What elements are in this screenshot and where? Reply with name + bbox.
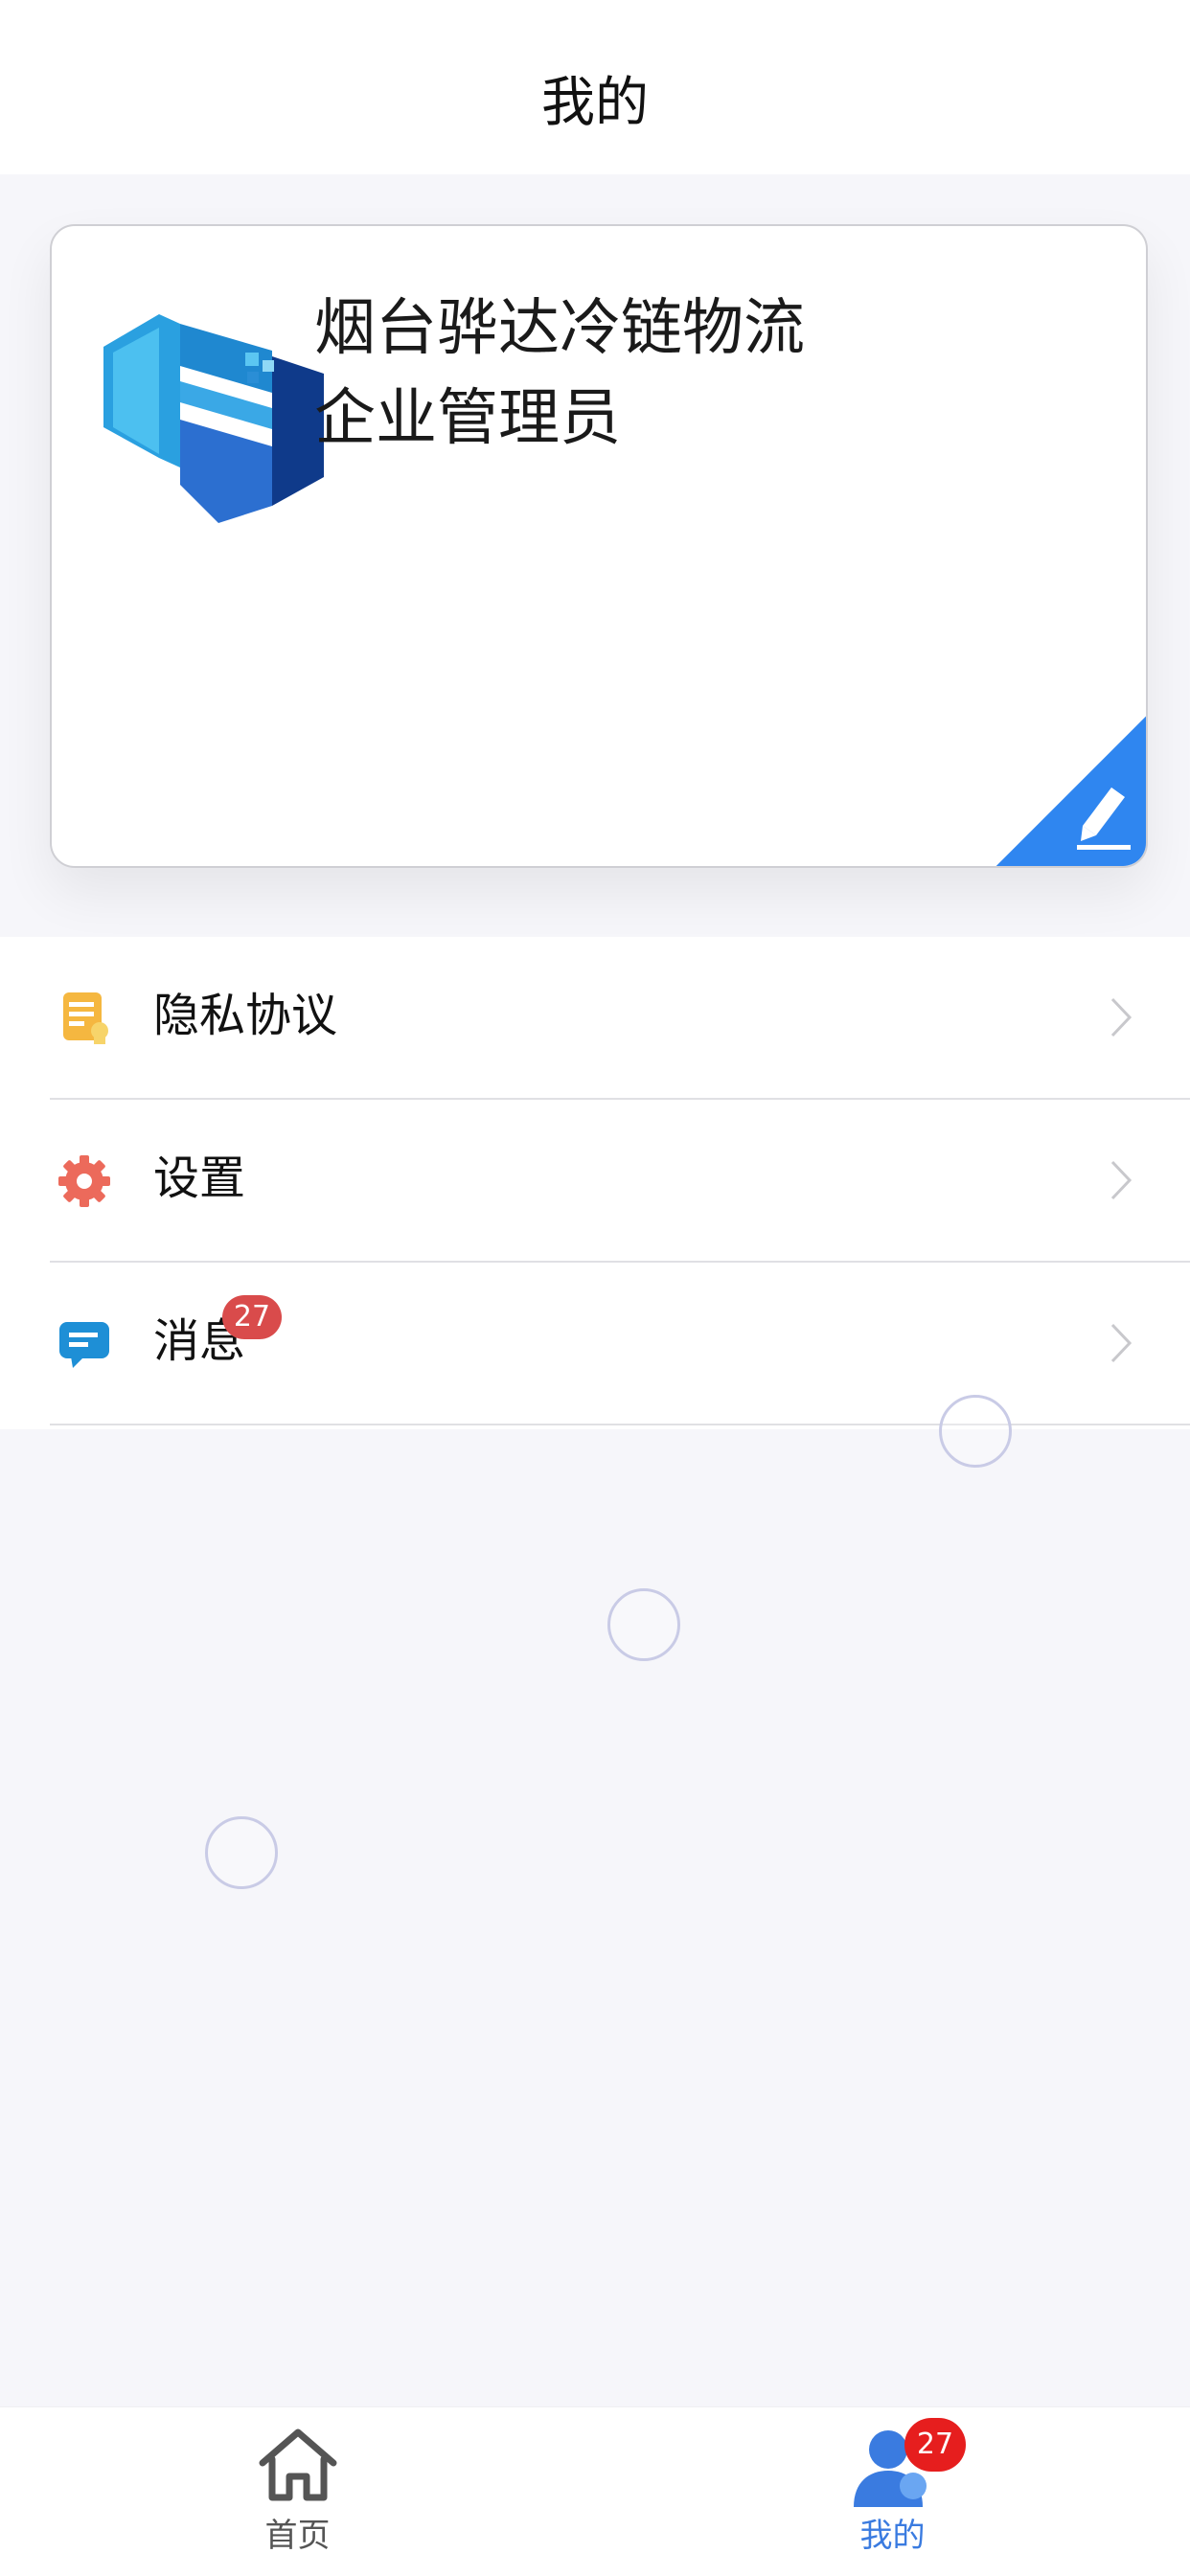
profile-card: 烟台骅达冷链物流 企业管理员 bbox=[50, 224, 1148, 868]
page-title: 我的 bbox=[541, 72, 649, 134]
chevron-right-icon bbox=[1110, 996, 1133, 1038]
gear-icon bbox=[57, 1153, 111, 1209]
user-role: 企业管理员 bbox=[314, 383, 621, 454]
tab-home-label: 首页 bbox=[264, 2517, 331, 2555]
tab-mine[interactable]: 我的 bbox=[595, 2407, 1190, 2576]
edit-profile-button[interactable] bbox=[996, 717, 1146, 866]
divider bbox=[50, 1424, 1190, 1425]
menu-item-privacy[interactable]: 隐私协议 bbox=[0, 937, 1190, 1100]
message-count-badge: 27 bbox=[222, 1295, 282, 1339]
touch-indicator bbox=[607, 1588, 680, 1661]
menu-list: 隐私协议 设置 消息 27 bbox=[0, 937, 1190, 1429]
chevron-right-icon bbox=[1110, 1322, 1133, 1364]
document-icon bbox=[57, 991, 111, 1046]
message-icon bbox=[57, 1316, 111, 1372]
menu-item-messages[interactable]: 消息 bbox=[0, 1263, 1190, 1425]
touch-indicator bbox=[939, 1395, 1012, 1468]
tab-badge: 27 bbox=[904, 2418, 966, 2472]
company-logo bbox=[103, 314, 324, 525]
home-icon bbox=[257, 2427, 339, 2507]
tab-bar: 首页 我的 bbox=[0, 2406, 1190, 2576]
company-name: 烟台骅达冷链物流 bbox=[314, 293, 805, 364]
tab-home[interactable]: 首页 bbox=[0, 2407, 595, 2576]
menu-item-settings[interactable]: 设置 bbox=[0, 1100, 1190, 1263]
tab-mine-label: 我的 bbox=[859, 2517, 926, 2555]
menu-item-label: 设置 bbox=[153, 1151, 246, 1205]
touch-indicator bbox=[205, 1816, 278, 1889]
chevron-right-icon bbox=[1110, 1159, 1133, 1201]
navigation-bar: 我的 bbox=[0, 0, 1190, 174]
menu-item-label: 隐私协议 bbox=[153, 989, 338, 1042]
